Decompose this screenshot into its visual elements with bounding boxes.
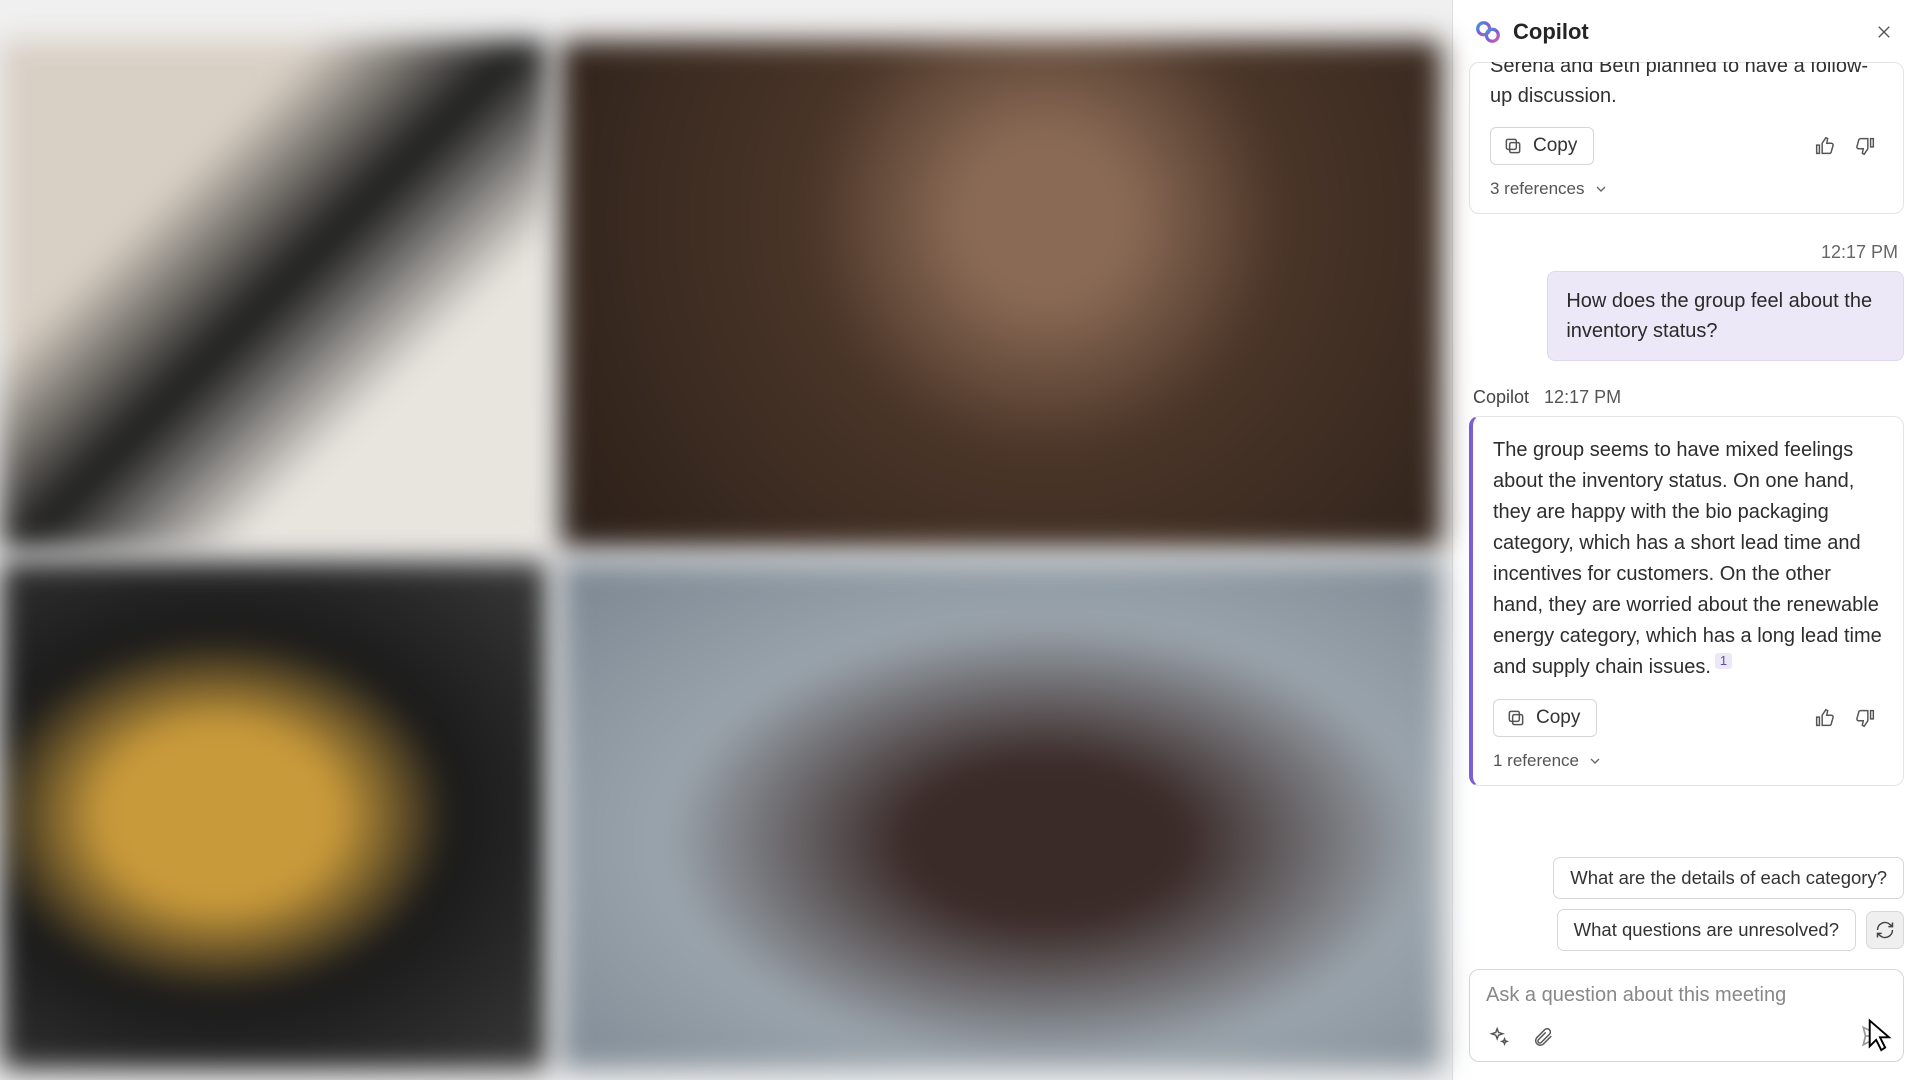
thumbs-down-button[interactable]: [1849, 701, 1883, 735]
thumbs-up-icon: [1813, 707, 1835, 729]
thumbs-up-icon: [1813, 135, 1835, 157]
prompt-input[interactable]: [1486, 984, 1887, 1007]
refresh-icon: [1875, 920, 1895, 940]
copy-button[interactable]: Copy: [1493, 699, 1597, 737]
compose-box[interactable]: [1469, 969, 1904, 1062]
message-timestamp: 12:17 PM: [1469, 242, 1898, 263]
references-toggle[interactable]: 1 reference: [1493, 751, 1603, 771]
response-actions: Copy: [1490, 127, 1883, 165]
response-card-active: The group seems to have mixed feelings a…: [1469, 416, 1904, 786]
paperclip-icon: [1532, 1026, 1554, 1048]
sparkle-prompts-button[interactable]: [1486, 1024, 1512, 1050]
video-row: [0, 40, 1442, 549]
suggestion-pill[interactable]: What questions are unresolved?: [1557, 909, 1856, 951]
copy-button[interactable]: Copy: [1490, 127, 1594, 165]
copy-icon: [1503, 136, 1523, 156]
sender-timestamp: 12:17 PM: [1544, 387, 1621, 407]
video-tile[interactable]: [0, 561, 548, 1070]
attach-button[interactable]: [1530, 1024, 1556, 1050]
copy-icon: [1506, 708, 1526, 728]
sender-name: Copilot: [1473, 387, 1529, 407]
copilot-header: Copilot: [1453, 0, 1920, 62]
chevron-down-icon: [1587, 753, 1603, 769]
sparkle-icon: [1488, 1026, 1510, 1048]
thumbs-down-icon: [1855, 707, 1877, 729]
copilot-logo-icon: [1475, 19, 1501, 45]
copy-label: Copy: [1533, 135, 1577, 157]
suggestion-area: What are the details of each category? W…: [1453, 827, 1920, 961]
video-tile[interactable]: [560, 561, 1442, 1070]
response-actions: Copy: [1493, 699, 1883, 737]
send-icon: [1859, 1023, 1885, 1049]
video-row: [0, 561, 1442, 1070]
response-text: The group seems to have mixed feelings a…: [1493, 417, 1883, 683]
close-button[interactable]: [1868, 16, 1900, 48]
copilot-title: Copilot: [1513, 19, 1856, 45]
response-card: Serena and Beth planned to have a follow…: [1469, 62, 1904, 214]
references-toggle[interactable]: 3 references: [1490, 179, 1609, 199]
chevron-down-icon: [1593, 181, 1609, 197]
thumbs-up-button[interactable]: [1807, 701, 1841, 735]
copilot-conversation: Serena and Beth planned to have a follow…: [1453, 62, 1920, 827]
copy-label: Copy: [1536, 707, 1580, 729]
video-tile[interactable]: [0, 40, 548, 549]
refresh-suggestions-button[interactable]: [1866, 911, 1904, 949]
sender-line: Copilot 12:17 PM: [1473, 387, 1904, 408]
suggestion-pill[interactable]: What are the details of each category?: [1553, 857, 1904, 899]
copilot-panel: Copilot Serena and Beth planned to have …: [1452, 0, 1920, 1080]
citation-badge[interactable]: 1: [1715, 653, 1732, 669]
response-text: Serena and Beth planned to have a follow…: [1490, 62, 1883, 111]
video-grid: [0, 0, 1452, 1080]
user-message: How does the group feel about the invent…: [1547, 271, 1904, 361]
thumbs-up-button[interactable]: [1807, 129, 1841, 163]
send-button[interactable]: [1859, 1023, 1887, 1051]
video-tile[interactable]: [560, 40, 1442, 549]
thumbs-down-icon: [1855, 135, 1877, 157]
compose-toolbar: [1486, 1023, 1887, 1051]
references-label: 3 references: [1490, 179, 1585, 199]
thumbs-down-button[interactable]: [1849, 129, 1883, 163]
references-label: 1 reference: [1493, 751, 1579, 771]
